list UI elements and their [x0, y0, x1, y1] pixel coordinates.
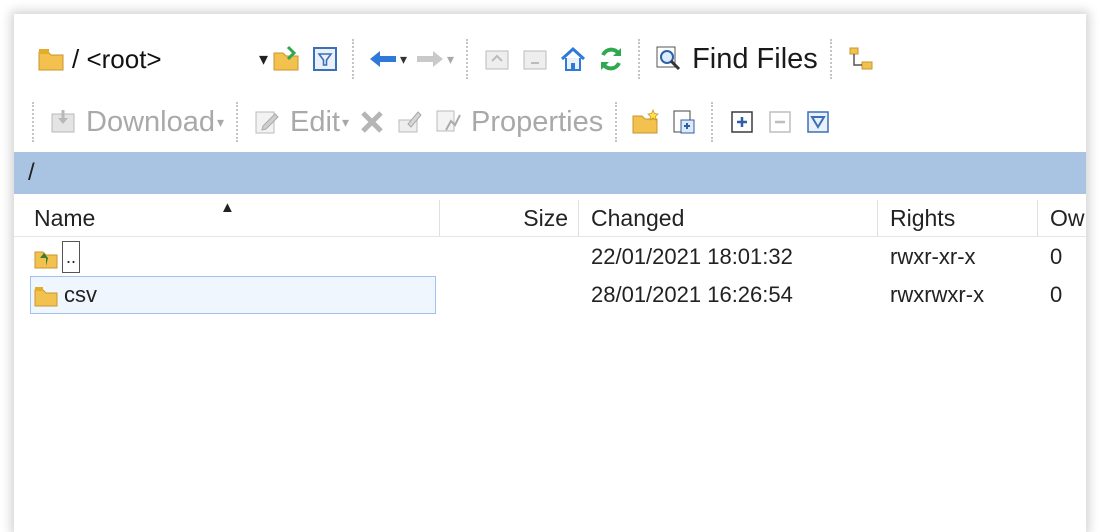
column-changed-label: Changed: [591, 205, 685, 231]
file-size: [440, 276, 579, 314]
unselect-files-button[interactable]: [761, 100, 799, 144]
new-file-icon: [669, 107, 699, 137]
chevron-down-icon[interactable]: ▾: [447, 51, 454, 68]
column-changed[interactable]: Changed: [579, 200, 878, 236]
delete-icon: [357, 107, 387, 137]
open-directory-button[interactable]: [268, 37, 306, 81]
column-owner-label: Ow: [1050, 205, 1085, 231]
file-list-header: Name ▲ Size Changed Rights Ow: [14, 199, 1086, 237]
file-changed: 22/01/2021 18:01:32: [591, 244, 793, 269]
select-files-button[interactable]: [723, 100, 761, 144]
new-file-button[interactable]: [665, 100, 703, 144]
properties-label: Properties: [471, 105, 604, 138]
file-toolbar: Download ▾ Edit ▾ Properties: [14, 94, 1086, 150]
tree-icon: [846, 44, 876, 74]
home-directory-button[interactable]: [554, 37, 592, 81]
rename-button[interactable]: [391, 100, 429, 144]
search-icon: [654, 44, 684, 74]
properties-button[interactable]: Properties: [429, 100, 607, 144]
chevron-down-icon[interactable]: ▾: [400, 51, 407, 68]
folder-icon: [36, 44, 66, 74]
column-size[interactable]: Size: [440, 200, 579, 236]
parent-directory-button[interactable]: [478, 37, 516, 81]
parent-folder-icon: [34, 244, 58, 270]
table-row[interactable]: csv 28/01/2021 16:26:54 rwxrwxr-x 0: [14, 276, 1086, 314]
column-name[interactable]: Name ▲: [14, 199, 440, 236]
file-name: csv: [64, 282, 97, 307]
edit-label: Edit: [290, 105, 340, 138]
toolbar-grip: [466, 39, 472, 79]
toolbar-grip: [236, 102, 242, 142]
download-label: Download: [86, 105, 215, 138]
path-combo-value: / <root>: [72, 43, 162, 74]
edit-icon: [252, 107, 282, 137]
path-bar: /: [14, 152, 1086, 194]
column-rights-label: Rights: [890, 205, 956, 231]
toolbar-grip: [352, 39, 358, 79]
file-owner: 0: [1050, 282, 1063, 307]
edit-button[interactable]: Edit ▾: [248, 100, 353, 144]
new-folder-icon: [631, 107, 661, 137]
column-size-label: Size: [523, 205, 568, 231]
download-button[interactable]: Download ▾: [44, 100, 228, 144]
delete-button[interactable]: [353, 100, 391, 144]
download-icon: [48, 107, 78, 137]
new-folder-button[interactable]: [627, 100, 665, 144]
column-owner[interactable]: Ow: [1038, 200, 1086, 236]
toolbar-grip: [32, 102, 38, 142]
path-combo[interactable]: / <root> ▾: [36, 37, 268, 81]
file-owner: 0: [1050, 244, 1063, 269]
forward-button[interactable]: ▾: [411, 37, 458, 81]
file-name: ..: [62, 241, 81, 273]
properties-icon: [433, 107, 463, 137]
root-directory-button[interactable]: [516, 37, 554, 81]
toolbar-grip: [615, 102, 621, 142]
tree-view-button[interactable]: [842, 37, 880, 81]
open-folder-icon: [272, 44, 302, 74]
toolbar-grip: [711, 102, 717, 142]
column-rights[interactable]: Rights: [878, 200, 1038, 236]
refresh-button[interactable]: [592, 37, 630, 81]
file-changed: 28/01/2021 16:26:54: [591, 282, 793, 307]
file-size: [440, 238, 579, 276]
chevron-down-icon[interactable]: ▾: [259, 49, 268, 70]
file-name-cell: csv: [30, 276, 436, 314]
file-rights: rwxr-xr-x: [890, 244, 976, 269]
navigation-toolbar: / <root> ▾ ▾ ▾ Find Files: [14, 32, 1086, 86]
file-rights: rwxrwxr-x: [890, 282, 985, 307]
minus-box-icon: [765, 107, 795, 137]
root-folder-icon: [520, 44, 550, 74]
remote-panel: / <root> ▾ ▾ ▾ Find Files Download ▾ Edi…: [14, 14, 1086, 532]
table-row[interactable]: .. 22/01/2021 18:01:32 rwxr-xr-x 0: [14, 238, 1086, 276]
arrow-left-icon: [368, 44, 398, 74]
filter-button[interactable]: [306, 37, 344, 81]
parent-folder-icon: [482, 44, 512, 74]
back-button[interactable]: ▾: [364, 37, 411, 81]
arrow-right-icon: [415, 44, 445, 74]
chevron-down-icon[interactable]: ▾: [342, 114, 349, 131]
folder-icon: [34, 282, 58, 308]
filter-icon: [310, 44, 340, 74]
toolbar-grip: [829, 39, 836, 79]
toolbar-grip: [638, 39, 644, 79]
file-name-cell: ..: [14, 238, 440, 276]
file-filter-button[interactable]: [799, 100, 837, 144]
rename-icon: [395, 107, 425, 137]
plus-box-icon: [727, 107, 757, 137]
home-icon: [558, 44, 588, 74]
refresh-icon: [596, 44, 626, 74]
chevron-down-icon[interactable]: ▾: [217, 114, 224, 131]
filter-box-icon: [803, 107, 833, 137]
find-files-label: Find Files: [692, 42, 818, 75]
column-name-label: Name: [34, 205, 96, 231]
find-files-button[interactable]: Find Files: [650, 37, 822, 81]
sort-ascending-icon: ▲: [220, 199, 235, 216]
